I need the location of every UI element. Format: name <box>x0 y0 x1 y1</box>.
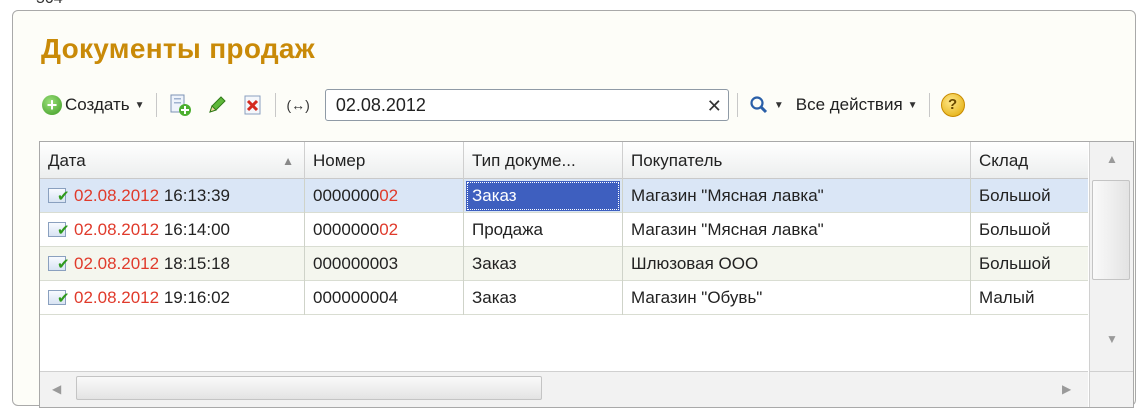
table-row[interactable]: ✔ 02.08.2012 16:14:00 000000002 Продажа М… <box>40 213 1088 247</box>
warehouse-cell: Большой <box>979 186 1051 205</box>
doc-type-cell: Заказ <box>464 281 623 315</box>
buyer-cell: Магазин "Мясная лавка" <box>623 213 971 247</box>
column-header-warehouse[interactable]: Склад <box>971 142 1088 179</box>
number-prefix: 000000003 <box>313 254 399 273</box>
toolbar-separator <box>928 93 930 117</box>
column-label: Тип докуме... <box>472 151 576 170</box>
number-prefix: 000000004 <box>313 288 399 307</box>
number-cell: 000000002 <box>305 179 464 213</box>
number-prefix: 0000000 <box>313 220 380 239</box>
delete-icon <box>244 95 261 115</box>
table-header: Дата ▲ Номер Тип докуме... Покупатель Ск… <box>40 142 1088 179</box>
delete-button[interactable] <box>239 90 267 120</box>
create-label: Создать <box>65 95 130 114</box>
warehouse-cell: Малый <box>979 288 1035 307</box>
edit-icon <box>208 96 226 113</box>
document-posted-icon: ✔ <box>48 289 70 307</box>
toolbar-separator <box>736 93 738 117</box>
toolbar: + Создать ▼ (↔) 02.08.2012 ✕ ▼ Все дейст… <box>39 89 1129 121</box>
number-prefix: 0000000 <box>313 186 380 205</box>
number-cell: 000000002 <box>305 213 464 247</box>
form-window: Документы продаж + Создать ▼ (↔) 02.08.2… <box>12 10 1136 408</box>
buyer-cell: Шлюзовая ООО <box>623 247 971 281</box>
doc-type-cell: Заказ <box>464 179 623 213</box>
number-match: 02 <box>379 220 399 239</box>
focused-cell: Заказ <box>466 181 620 211</box>
document-posted-icon: ✔ <box>48 221 70 239</box>
buyer-cell: Магазин "Обувь" <box>623 281 971 315</box>
vertical-scroll-thumb[interactable] <box>1092 180 1130 280</box>
column-header-number[interactable]: Номер <box>305 142 464 179</box>
search-input[interactable] <box>333 93 694 117</box>
document-posted-icon: ✔ <box>48 255 70 273</box>
date-cell: ✔ 02.08.2012 16:13:39 <box>40 179 305 213</box>
edit-button[interactable] <box>203 90 231 120</box>
copy-icon <box>170 94 191 116</box>
scroll-left-icon[interactable]: ◀ <box>52 382 61 396</box>
scrollbar-corner <box>1089 371 1133 407</box>
column-label: Склад <box>979 151 1029 170</box>
toolbar-separator <box>155 93 157 117</box>
time-value: 16:13:39 <box>159 186 230 205</box>
date-cell: ✔ 02.08.2012 19:16:02 <box>40 281 305 315</box>
column-label: Покупатель <box>631 151 723 170</box>
horizontal-scrollbar[interactable]: ◀ ▶ <box>40 371 1088 407</box>
date-value: 02.08.2012 <box>74 186 160 205</box>
date-value: 02.08.2012 <box>74 220 160 239</box>
scroll-up-icon[interactable]: ▲ <box>1106 152 1118 166</box>
warehouse-cell: Большой <box>979 254 1051 273</box>
help-button[interactable]: ? <box>938 90 968 120</box>
add-icon: + <box>42 95 62 115</box>
time-value: 19:16:02 <box>159 288 230 307</box>
sort-ascending-icon: ▲ <box>282 154 294 168</box>
document-posted-icon: ✔ <box>48 187 70 205</box>
top-fragment-text: 504 <box>36 0 63 8</box>
time-value: 18:15:18 <box>159 254 230 273</box>
column-header-buyer[interactable]: Покупатель <box>623 142 971 179</box>
date-value: 02.08.2012 <box>74 288 160 307</box>
number-cell: 000000004 <box>305 281 464 315</box>
search-icon <box>750 96 767 114</box>
time-value: 16:14:00 <box>159 220 230 239</box>
table-row[interactable]: ✔ 02.08.2012 19:16:02 000000004 Заказ Маг… <box>40 281 1088 315</box>
chevron-down-icon: ▼ <box>773 99 784 111</box>
scroll-right-icon[interactable]: ▶ <box>1062 382 1071 396</box>
column-header-doc-type[interactable]: Тип докуме... <box>464 142 623 179</box>
clear-icon[interactable]: ✕ <box>707 96 722 117</box>
scroll-down-icon[interactable]: ▼ <box>1106 332 1118 346</box>
doc-type-cell: Заказ <box>464 247 623 281</box>
date-cell: ✔ 02.08.2012 18:15:18 <box>40 247 305 281</box>
column-label: Дата <box>48 151 86 170</box>
help-icon: ? <box>940 93 965 117</box>
date-cell: ✔ 02.08.2012 16:14:00 <box>40 213 305 247</box>
warehouse-cell: Большой <box>979 220 1051 239</box>
copy-button[interactable] <box>165 90 195 120</box>
buyer-cell: Магазин "Мясная лавка" <box>623 179 971 213</box>
column-label: Номер <box>313 151 366 170</box>
table-row[interactable]: ✔ 02.08.2012 16:13:39 000000002 Заказ Маг… <box>40 179 1088 213</box>
column-header-date[interactable]: Дата ▲ <box>40 142 305 179</box>
documents-table: Дата ▲ Номер Тип докуме... Покупатель Ск… <box>39 141 1134 408</box>
form-title: Документы продаж <box>41 33 315 64</box>
horizontal-scroll-thumb[interactable] <box>76 376 542 400</box>
table-row[interactable]: ✔ 02.08.2012 18:15:18 000000003 Заказ Шлю… <box>40 247 1088 281</box>
create-button[interactable]: + Создать ▼ <box>39 90 148 120</box>
expand-button[interactable]: (↔) <box>284 90 313 120</box>
search-field[interactable]: ✕ <box>324 89 729 121</box>
chevron-down-icon: ▼ <box>134 99 145 111</box>
all-actions-button[interactable]: Все действия ▼ <box>793 90 921 120</box>
toolbar-separator <box>274 93 276 117</box>
search-button[interactable]: ▼ <box>746 90 787 120</box>
vertical-scrollbar[interactable]: ▲ ▼ <box>1089 142 1133 371</box>
all-actions-label: Все действия <box>795 95 903 114</box>
chevron-down-icon: ▼ <box>907 99 918 111</box>
number-cell: 000000003 <box>305 247 464 281</box>
date-value: 02.08.2012 <box>74 254 160 273</box>
number-match: 02 <box>379 186 399 205</box>
expand-icon: (↔) <box>286 97 310 113</box>
doc-type-cell: Продажа <box>464 213 623 247</box>
